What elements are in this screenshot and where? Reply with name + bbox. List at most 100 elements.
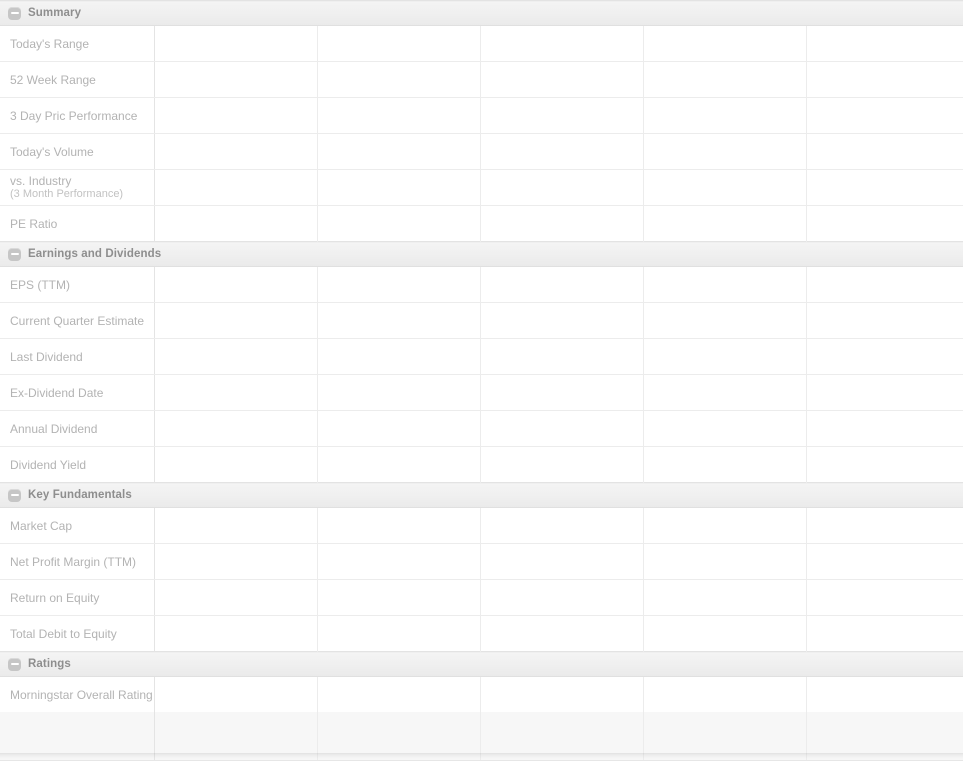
row-label-cell: PE Ratio: [0, 205, 155, 242]
row-label-cell: Return on Equity: [0, 579, 155, 616]
minus-square-icon[interactable]: [8, 488, 21, 502]
row-value-cell: [480, 97, 644, 134]
stock-comparison-widget: Summary Today's Range 52 Week Range 3 Day P…: [0, 0, 965, 761]
row-label: Annual Dividend: [10, 421, 98, 436]
row-value-cell: [154, 169, 318, 206]
row-value-cell: [154, 579, 318, 616]
minus-square-icon[interactable]: [8, 657, 21, 671]
row-value-cell: [643, 338, 807, 375]
row-value-cell: [154, 338, 318, 375]
row-value-cell: [154, 446, 318, 483]
row-label-cell: Last Dividend: [0, 338, 155, 375]
row-label-cell: 52 Week Range: [0, 61, 155, 98]
comparison-table: Summary Today's Range 52 Week Range 3 Day P…: [0, 0, 964, 761]
row-sublabel: (3 Month Performance): [10, 188, 124, 200]
row-label-cell: Current Quarter Estimate: [0, 302, 155, 339]
row-value-cell: [480, 61, 644, 98]
section-title: Ratings: [28, 658, 71, 670]
row-value-cell: [317, 374, 481, 411]
row-value-cell: [154, 133, 318, 170]
row-label: Morningstar Overall Rating: [10, 687, 153, 702]
section-header-summary[interactable]: Summary: [0, 0, 964, 26]
row-value-cell: [317, 446, 481, 483]
table-row: Last Dividend: [0, 338, 964, 375]
row-value-cell: [480, 507, 644, 544]
row-value-cell: [643, 374, 807, 411]
row-label-cell: Ex-Dividend Date: [0, 374, 155, 411]
table-row: Today's Volume: [0, 133, 964, 170]
row-value-cell: [806, 676, 964, 712]
row-label: Today's Volume: [10, 144, 94, 159]
row-value-cell: [317, 205, 481, 242]
row-label-cell: Market Cap: [0, 507, 155, 544]
row-value-cell: [317, 61, 481, 98]
section-header-row: Ratings: [0, 651, 964, 677]
row-value-cell: [317, 579, 481, 616]
row-label: EPS (TTM): [10, 277, 70, 292]
row-value-cell: [643, 543, 807, 580]
table-row: 52 Week Range: [0, 61, 964, 98]
row-value-cell: [317, 133, 481, 170]
table-row: Net Profit Margin (TTM): [0, 543, 964, 580]
minus-square-icon[interactable]: [8, 247, 21, 261]
row-value-cell: [806, 410, 964, 447]
row-value-cell: [154, 676, 318, 712]
row-label: Current Quarter Estimate: [10, 313, 145, 328]
footer-label-cell: [0, 712, 155, 761]
row-label-cell: Total Debit to Equity: [0, 615, 155, 652]
row-value-cell: [480, 205, 644, 242]
row-label: Today's Range: [10, 36, 90, 51]
row-label: Last Dividend: [10, 349, 83, 364]
minus-square-icon[interactable]: [8, 6, 21, 20]
row-value-cell: [806, 25, 964, 62]
comparison-table-body: Summary Today's Range 52 Week Range 3 Day P…: [0, 0, 964, 761]
footer-value-cell: [154, 712, 318, 761]
row-value-cell: [317, 543, 481, 580]
row-label: 3 Day Pric Performance: [10, 108, 138, 123]
table-row: Return on Equity: [0, 579, 964, 616]
table-row: Today's Range: [0, 25, 964, 62]
row-value-cell: [806, 133, 964, 170]
row-value-cell: [806, 507, 964, 544]
table-row: Market Cap: [0, 507, 964, 544]
row-value-cell: [154, 97, 318, 134]
row-value-cell: [480, 579, 644, 616]
table-row: vs. Industry (3 Month Performance): [0, 169, 964, 206]
row-value-cell: [806, 302, 964, 339]
section-header-ratings[interactable]: Ratings: [0, 651, 964, 677]
row-label: 52 Week Range: [10, 72, 96, 87]
row-value-cell: [480, 338, 644, 375]
row-value-cell: [154, 266, 318, 303]
row-value-cell: [643, 676, 807, 712]
row-value-cell: [643, 507, 807, 544]
row-value-cell: [480, 374, 644, 411]
row-value-cell: [317, 615, 481, 652]
row-value-cell: [154, 205, 318, 242]
row-label-cell: Morningstar Overall Rating: [0, 676, 155, 712]
section-header-inner: Summary: [8, 1, 963, 25]
row-value-cell: [317, 302, 481, 339]
row-value-cell: [154, 543, 318, 580]
row-value-cell: [643, 615, 807, 652]
row-value-cell: [480, 676, 644, 712]
section-header-earnings-and-dividends[interactable]: Earnings and Dividends: [0, 241, 964, 267]
row-value-cell: [806, 374, 964, 411]
row-value-cell: [317, 266, 481, 303]
row-label: Ex-Dividend Date: [10, 385, 104, 400]
row-value-cell: [317, 25, 481, 62]
section-header-inner: Key Fundamentals: [8, 483, 963, 507]
row-value-cell: [317, 410, 481, 447]
row-label-cell: vs. Industry (3 Month Performance): [0, 169, 155, 206]
row-value-cell: [806, 543, 964, 580]
row-value-cell: [480, 543, 644, 580]
row-value-cell: [806, 266, 964, 303]
row-value-cell: [806, 205, 964, 242]
row-label-cell: 3 Day Pric Performance: [0, 97, 155, 134]
row-value-cell: [154, 410, 318, 447]
row-value-cell: [317, 676, 481, 712]
row-value-cell: [480, 133, 644, 170]
section-title: Summary: [28, 7, 82, 19]
section-header-key-fundamentals[interactable]: Key Fundamentals: [0, 482, 964, 508]
table-row: Current Quarter Estimate: [0, 302, 964, 339]
row-value-cell: [480, 302, 644, 339]
